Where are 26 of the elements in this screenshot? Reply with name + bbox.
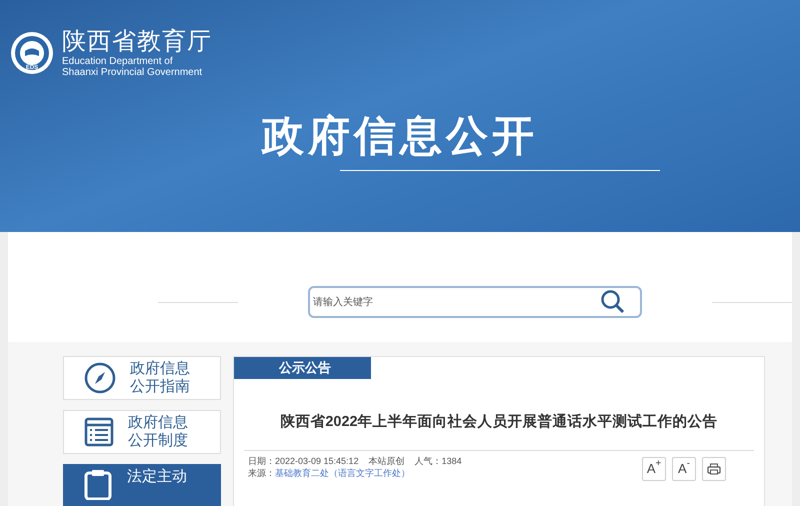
sidebar-item[interactable]: 法定主动 — [63, 464, 221, 506]
site-name-english: Education Department of — [62, 56, 174, 67]
sidebar-item-label: 政府信息公开指南 — [130, 360, 191, 396]
search-icon[interactable] — [600, 289, 626, 315]
view-count: 人气：1384 — [414, 454, 462, 467]
page-title: 政府信息公开 — [262, 111, 538, 161]
list-icon — [84, 416, 114, 448]
clipboard-icon — [83, 468, 113, 500]
printer-icon — [707, 462, 721, 475]
source-label: 来源： — [248, 466, 275, 479]
article-title: 陕西省2022年上半年面向社会人员开展普通话水平测试工作的公告 — [279, 412, 719, 432]
compass-icon — [84, 362, 116, 394]
site-name-english: Shaanxi Provincial Government — [62, 67, 204, 78]
search-field[interactable]: 请输入关键字 — [308, 286, 642, 318]
site-name: 陕西省教育厅 — [62, 28, 212, 56]
font-size-button[interactable]: A$^{-}$ — [672, 456, 696, 481]
origin-label: 本站原创 — [368, 454, 405, 467]
sidebar-item[interactable]: 政府信息公开指南 — [63, 356, 221, 400]
sidebar-item-label: 政府信息公开制度 — [128, 414, 189, 450]
sidebar-item[interactable]: 政府信息公开制度 — [63, 410, 221, 454]
source-link[interactable]: 基础教育二处（语言文字工作处） — [275, 466, 410, 479]
section-tab[interactable]: 公示公告 — [234, 357, 371, 379]
publish-date: 日期：2022-03-09 15:45:12 — [248, 454, 359, 467]
sidebar-item-label: 法定主动 — [127, 468, 188, 486]
font-size-button[interactable]: A$^{+}$ — [642, 456, 666, 481]
print-button[interactable] — [702, 456, 726, 481]
